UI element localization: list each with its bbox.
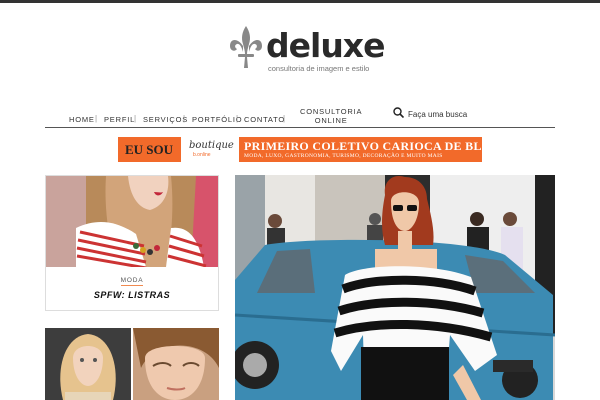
featured-post-image[interactable] bbox=[235, 175, 555, 400]
boutique-sub: b.online bbox=[193, 152, 211, 158]
nav-servicos[interactable]: SERVIÇOS bbox=[143, 115, 188, 124]
main-nav: HOME | PERFIL | SERVIÇOS | PORTFÓLIO | C… bbox=[45, 104, 555, 128]
promo-banner[interactable]: EU SOU boutique b.online PRIMEIRO COLETI… bbox=[118, 137, 482, 162]
post-category-label[interactable]: MODA bbox=[120, 277, 144, 286]
banner-title: PRIMEIRO COLETIVO CARIOCA DE BLOGS bbox=[244, 139, 482, 153]
nav-separator: | bbox=[183, 114, 186, 123]
search-icon[interactable] bbox=[393, 107, 404, 118]
post-card[interactable]: MODA SPFW: LISTRAS bbox=[45, 175, 219, 311]
logo-wordmark: deluxe bbox=[266, 26, 385, 65]
fleur-de-lis-icon bbox=[230, 26, 262, 68]
nav-consultoria-online[interactable]: CONSULTORIA ONLINE bbox=[300, 107, 362, 125]
nav-separator: | bbox=[283, 114, 286, 123]
post-category[interactable]: MODA bbox=[46, 277, 218, 286]
nav-separator: | bbox=[236, 114, 239, 123]
banner-boutique-logo: boutique b.online bbox=[181, 137, 239, 162]
nav-portfolio[interactable]: PORTFÓLIO bbox=[192, 115, 242, 124]
banner-eu-sou: EU SOU bbox=[124, 142, 174, 157]
nav-consultoria-line2: ONLINE bbox=[314, 116, 348, 125]
post-image[interactable] bbox=[46, 176, 218, 267]
nav-consultoria-line1: CONSULTORIA bbox=[300, 107, 363, 116]
logo-tagline: consultoria de imagem e estilo bbox=[268, 64, 370, 73]
post-card-image[interactable] bbox=[45, 328, 219, 400]
boutique-wordmark: boutique bbox=[189, 140, 234, 151]
nav-contato[interactable]: CONTATO bbox=[244, 115, 285, 124]
search-input[interactable] bbox=[408, 107, 518, 121]
top-bar bbox=[0, 0, 600, 3]
nav-home[interactable]: HOME bbox=[69, 115, 95, 124]
post-title[interactable]: SPFW: LISTRAS bbox=[46, 290, 218, 300]
nav-separator: | bbox=[95, 114, 98, 123]
nav-separator: | bbox=[134, 114, 137, 123]
site-logo[interactable]: deluxe consultoria de imagem e estilo bbox=[228, 24, 385, 74]
banner-subtitle: MODA, LUXO, GASTRONOMIA, TURISMO, DECORA… bbox=[244, 153, 443, 159]
nav-perfil[interactable]: PERFIL bbox=[104, 115, 135, 124]
